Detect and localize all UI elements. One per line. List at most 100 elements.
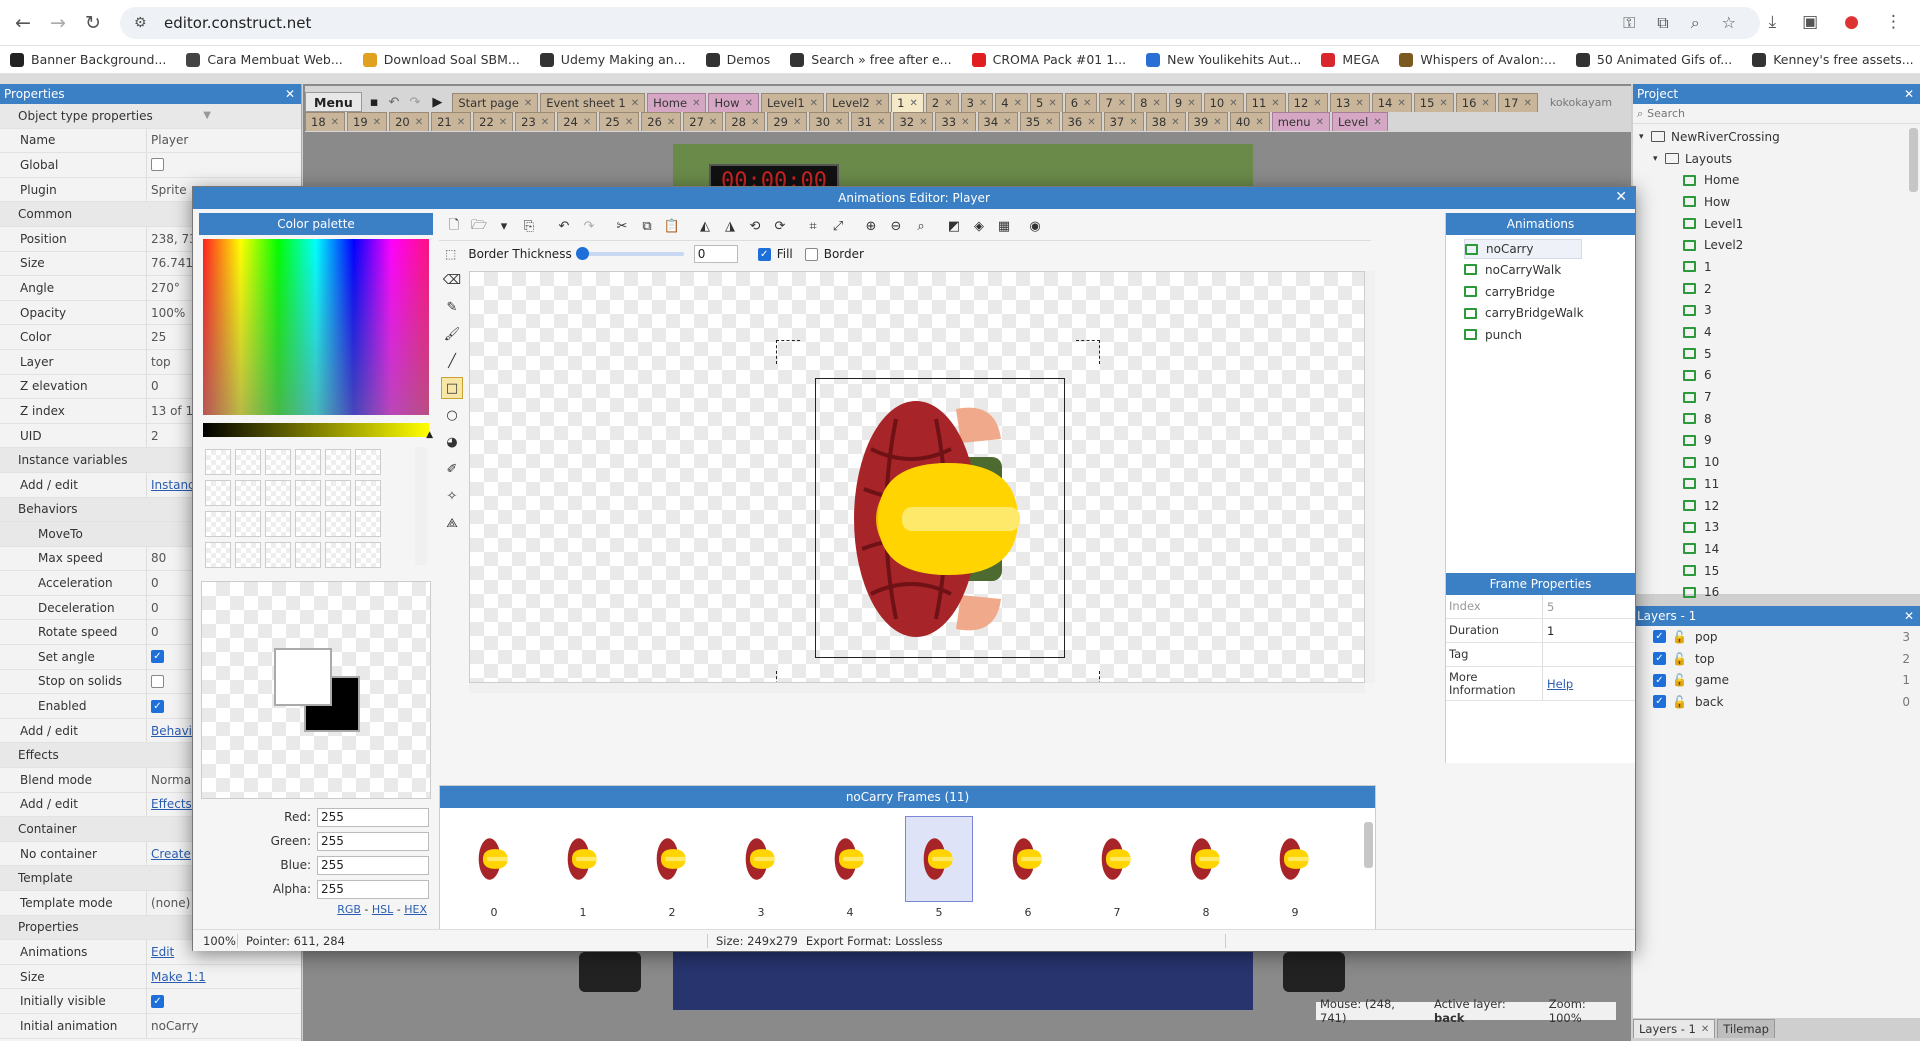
frame-property-row[interactable]: Index 5	[1446, 595, 1635, 619]
close-icon[interactable]: ✕	[751, 117, 759, 128]
menu-button[interactable]: Menu	[305, 92, 362, 112]
close-icon[interactable]: ✕	[1213, 117, 1221, 128]
close-icon[interactable]: ✕	[1904, 87, 1914, 101]
layout-tab[interactable]: 28 ✕	[725, 112, 766, 131]
color-swatch[interactable]	[265, 449, 291, 475]
color-swatch[interactable]	[295, 449, 321, 475]
hsl-mode-link[interactable]: HSL	[372, 903, 393, 916]
color-swatch[interactable]	[295, 480, 321, 506]
project-layout-item[interactable]: 4	[1639, 321, 1920, 343]
undo-icon[interactable]: ↶	[389, 95, 400, 110]
layout-tab[interactable]: 2 ✕	[925, 93, 959, 112]
layout-tab[interactable]: 3 ✕	[960, 93, 994, 112]
layout-tab[interactable]: 4 ✕	[995, 93, 1028, 112]
new-image-icon[interactable]: 🗋	[443, 216, 465, 238]
animation-frame[interactable]: 9	[1261, 816, 1329, 919]
layout-tab[interactable]: 22 ✕	[473, 112, 514, 131]
frame-property-value[interactable]	[1542, 643, 1635, 666]
close-icon[interactable]: ✕	[1087, 117, 1095, 128]
layout-tab[interactable]: 24 ✕	[557, 112, 598, 131]
project-layout-item[interactable]: 3	[1639, 300, 1920, 322]
ellipse-icon[interactable]: ○	[441, 404, 463, 426]
close-icon[interactable]: ✕	[1316, 117, 1324, 128]
frame-property-value[interactable]: 1	[1542, 619, 1635, 642]
chrome-menu-icon[interactable]: ⋮	[1885, 12, 1902, 32]
color-swatch[interactable]	[325, 542, 351, 568]
channel-input[interactable]: 255	[317, 807, 429, 827]
apply-to-frames-icon[interactable]: ◩	[943, 216, 965, 238]
close-icon[interactable]: ✕	[583, 117, 591, 128]
color-spectrum[interactable]	[203, 239, 429, 415]
lock-icon[interactable]: 🔓	[1672, 673, 1687, 687]
cut-icon[interactable]: ✂	[611, 216, 633, 238]
hex-mode-link[interactable]: HEX	[404, 903, 427, 916]
slider-handle[interactable]	[575, 247, 589, 260]
project-layout-item[interactable]: 6	[1639, 365, 1920, 387]
layout-tab[interactable]: 12 ✕	[1287, 93, 1328, 112]
color-swatch[interactable]	[355, 480, 381, 506]
project-root[interactable]: ▾ NewRiverCrossing	[1639, 126, 1920, 148]
close-icon[interactable]: ✕	[909, 98, 917, 109]
redo-icon[interactable]: ↷	[578, 216, 600, 238]
layout-tab[interactable]: 37 ✕	[1103, 112, 1144, 131]
layout-tab[interactable]: 15 ✕	[1413, 93, 1454, 112]
animation-frame[interactable]: 7	[1083, 816, 1151, 919]
property-row[interactable]: Global	[0, 153, 301, 178]
color-swatch[interactable]	[295, 511, 321, 537]
profile-icon[interactable]: ●	[1844, 12, 1859, 32]
color-swatch[interactable]	[325, 511, 351, 537]
lock-icon[interactable]: 🔓	[1672, 630, 1687, 644]
frame-property-row[interactable]: Duration 1	[1446, 619, 1635, 643]
layout-tab[interactable]: 21 ✕	[431, 112, 472, 131]
project-layout-item[interactable]: 1	[1639, 256, 1920, 278]
layout-tab[interactable]: Level1 ✕	[760, 93, 825, 112]
close-icon[interactable]: ✕	[1129, 117, 1137, 128]
animation-frame[interactable]: 4	[816, 816, 884, 919]
property-checkbox[interactable]: ✓	[151, 650, 164, 664]
close-icon[interactable]: ✕	[1373, 117, 1381, 128]
rectangle-icon[interactable]: □	[441, 377, 463, 399]
animation-item[interactable]: carryBridgeWalk	[1464, 302, 1635, 324]
close-icon[interactable]: ✕	[1187, 98, 1195, 109]
close-icon[interactable]: ✕	[944, 98, 952, 109]
select-area-icon[interactable]: ⬚	[445, 247, 456, 261]
layout-tab[interactable]: 23 ✕	[515, 112, 556, 131]
close-icon[interactable]: ✕	[1481, 98, 1489, 109]
animation-item[interactable]: punch	[1464, 324, 1635, 346]
color-swatch[interactable]	[355, 449, 381, 475]
project-layout-item[interactable]: 7	[1639, 386, 1920, 408]
close-icon[interactable]: ✕	[793, 117, 801, 128]
flip-icon[interactable]: ◮	[719, 216, 741, 238]
property-checkbox[interactable]: ✓	[151, 994, 164, 1008]
layout-tab[interactable]: Event sheet 1 ✕	[540, 93, 646, 112]
close-icon[interactable]: ✕	[1171, 117, 1179, 128]
close-icon[interactable]: ✕	[457, 117, 465, 128]
layout-tab[interactable]: 30 ✕	[809, 112, 850, 131]
project-layout-item[interactable]: 2	[1639, 278, 1920, 300]
address-bar[interactable]: ⚙ editor.construct.net ⚿ ⧉ ⌕ ☆	[120, 7, 1760, 39]
close-icon[interactable]: ✕	[1439, 98, 1447, 109]
layout-tab[interactable]: 9 ✕	[1168, 93, 1202, 112]
preview-icon[interactable]: ▶	[432, 95, 442, 110]
layout-tab[interactable]: 38 ✕	[1145, 112, 1186, 131]
side-panel-icon[interactable]: ▣	[1802, 12, 1818, 32]
project-search[interactable]: ⌕ Search	[1633, 104, 1920, 124]
bookmark-item[interactable]: MEGA	[1321, 52, 1379, 67]
lock-icon[interactable]: 🔓	[1672, 652, 1687, 666]
property-row[interactable]: Initial animation noCarry	[0, 1013, 301, 1039]
bookmark-item[interactable]: Banner Background...	[10, 52, 166, 67]
bookmark-item[interactable]: New Youlikehits Aut...	[1146, 52, 1301, 67]
close-icon[interactable]: ✕	[1014, 98, 1022, 109]
close-icon[interactable]: ✕	[499, 117, 507, 128]
property-row[interactable]: Name Player	[0, 128, 301, 154]
layout-tab[interactable]: 17 ✕	[1497, 93, 1538, 112]
origin-point-icon[interactable]: ✧	[441, 485, 463, 507]
color-swatch[interactable]	[265, 542, 291, 568]
close-icon[interactable]: ✕	[625, 117, 633, 128]
project-scrollbar[interactable]	[1909, 128, 1918, 192]
site-info-icon[interactable]: ⚙	[134, 15, 154, 31]
property-row[interactable]: Size Make 1:1	[0, 964, 301, 990]
animation-frame[interactable]: 6	[994, 816, 1062, 919]
project-layout-item[interactable]: 16	[1639, 581, 1920, 603]
close-icon[interactable]: ✕	[745, 98, 753, 109]
